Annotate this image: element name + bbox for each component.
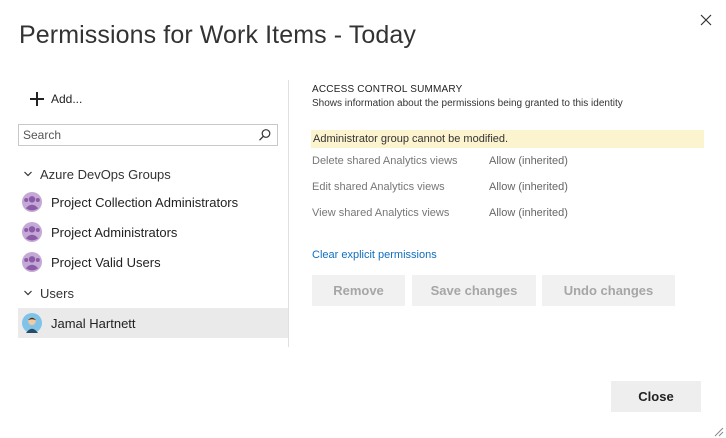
permission-value: Allow (inherited) xyxy=(489,207,568,219)
remove-button[interactable]: Remove xyxy=(312,275,405,306)
pane-divider xyxy=(288,80,289,347)
permission-name: Delete shared Analytics views xyxy=(312,155,458,167)
search-box xyxy=(18,124,278,146)
clear-explicit-permissions-link[interactable]: Clear explicit permissions xyxy=(312,249,437,261)
list-item-project-valid-users[interactable]: Project Valid Users xyxy=(18,247,288,277)
chevron-down-icon xyxy=(24,171,32,177)
user-avatar-icon xyxy=(22,313,42,333)
list-item-project-collection-administrators[interactable]: Project Collection Administrators xyxy=(18,187,288,217)
group-icon xyxy=(22,222,42,242)
close-icon[interactable] xyxy=(698,12,714,28)
group-icon xyxy=(22,192,42,212)
search-icon[interactable] xyxy=(258,128,272,142)
permission-row: Delete shared Analytics views Allow (inh… xyxy=(312,155,692,171)
permission-row: View shared Analytics views Allow (inher… xyxy=(312,207,692,223)
close-button[interactable]: Close xyxy=(611,381,701,412)
search-input[interactable] xyxy=(19,125,249,145)
undo-changes-button[interactable]: Undo changes xyxy=(542,275,675,306)
permission-name: Edit shared Analytics views xyxy=(312,181,445,193)
group-header-users[interactable]: Users xyxy=(22,283,74,303)
chevron-down-icon xyxy=(24,290,32,296)
add-identity-button[interactable]: Add... xyxy=(30,88,82,110)
dialog-title: Permissions for Work Items - Today xyxy=(19,21,417,49)
group-icon xyxy=(22,252,42,272)
add-label: Add... xyxy=(51,92,83,106)
permission-value: Allow (inherited) xyxy=(489,181,568,193)
group-label: Azure DevOps Groups xyxy=(40,166,171,182)
permission-name: View shared Analytics views xyxy=(312,207,450,219)
group-header-azure-devops[interactable]: Azure DevOps Groups xyxy=(22,164,171,184)
warning-text: Administrator group cannot be modified. xyxy=(313,133,509,145)
list-item-jamal-hartnett[interactable]: Jamal Hartnett xyxy=(18,308,288,338)
permissions-dialog: Permissions for Work Items - Today Add..… xyxy=(0,0,726,438)
item-label: Project Valid Users xyxy=(51,254,161,270)
list-item-project-administrators[interactable]: Project Administrators xyxy=(18,217,288,247)
permission-row: Edit shared Analytics views Allow (inher… xyxy=(312,181,692,197)
item-label: Jamal Hartnett xyxy=(51,315,136,331)
item-label: Project Collection Administrators xyxy=(51,194,239,210)
warning-banner: Administrator group cannot be modified. xyxy=(311,130,704,148)
resize-grip-icon[interactable] xyxy=(712,424,724,437)
group-label: Users xyxy=(40,285,74,301)
item-label: Project Administrators xyxy=(51,224,178,240)
permission-value: Allow (inherited) xyxy=(489,155,568,167)
summary-title: ACCESS CONTROL SUMMARY xyxy=(312,84,463,95)
plus-icon xyxy=(30,92,44,106)
summary-subtitle: Shows information about the permissions … xyxy=(312,98,623,109)
save-changes-button[interactable]: Save changes xyxy=(412,275,536,306)
